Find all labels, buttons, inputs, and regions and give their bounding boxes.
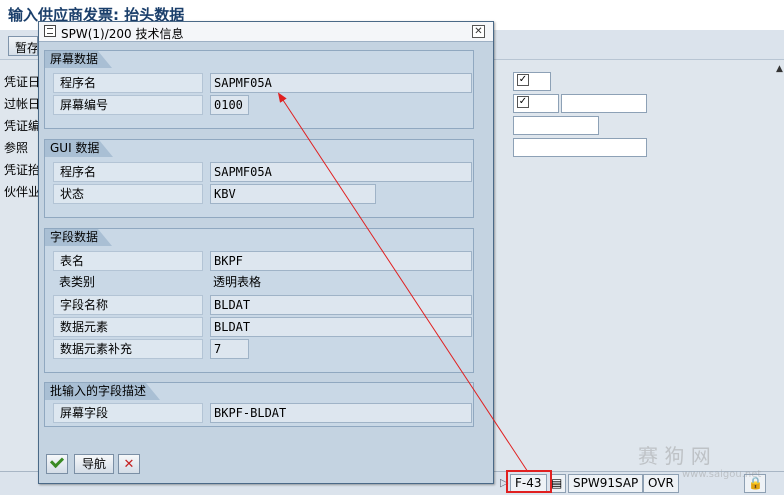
row-label: 数据元素 [53, 317, 203, 337]
row-value[interactable]: KBV [210, 184, 376, 204]
background-input-3[interactable] [513, 138, 647, 157]
row-value[interactable]: SAPMF05A [210, 73, 472, 93]
row-label: 屏幕编号 [53, 95, 203, 115]
row-label: 表名 [53, 251, 203, 271]
row-label: 状态 [53, 184, 203, 204]
field-label-business-area: 伙伴业务范围 [4, 185, 38, 199]
row-value[interactable]: BLDAT [210, 295, 472, 315]
field-label-header-text: 凭证抬头文本 [4, 163, 38, 177]
row-value[interactable]: 0100 [210, 95, 249, 115]
scroll-up-icon[interactable]: ▲ [776, 64, 783, 74]
row-label: 表类别 [59, 275, 96, 289]
field-label-reference: 参照 [4, 141, 29, 155]
cancel-icon: ✕ [123, 457, 135, 472]
close-icon[interactable]: ✕ [472, 25, 485, 38]
calc-tax-checkbox[interactable]: ✓ [513, 72, 551, 91]
group-heading: GUI 数据 [45, 140, 114, 157]
group-heading: 字段数据 [45, 229, 113, 246]
check-icon [49, 453, 65, 469]
row-value[interactable]: SAPMF05A [210, 162, 472, 182]
navigate-button[interactable]: 导航 [74, 454, 114, 474]
watermark: 赛 狗 网 www.saigou.net [638, 440, 761, 480]
row-label: 屏幕字段 [53, 403, 203, 423]
posting-checkbox[interactable]: ✓ [513, 94, 559, 113]
background-field-labels: 凭证日期 过帐日期 凭证编号 参照 凭证抬头文本 伙伴业务范围 [4, 74, 38, 206]
group-screen-data: 屏幕数据 程序名 SAPMF05A 屏幕编号 0100 [44, 50, 474, 129]
row-value[interactable]: BKPF [210, 251, 472, 271]
group-batch-input-field: 批输入的字段描述 屏幕字段 BKPF-BLDAT [44, 382, 474, 427]
watermark-text: 赛 狗 网 [638, 444, 711, 468]
group-heading: 批输入的字段描述 [45, 383, 161, 400]
transaction-highlight-box [506, 470, 552, 493]
row-label: 程序名 [53, 162, 203, 182]
status-system: SPW91SAP [568, 474, 644, 493]
status-list-icon[interactable]: ▤ [550, 474, 566, 493]
row-value: 透明表格 [213, 275, 262, 289]
group-gui-data: GUI 数据 程序名 SAPMF05A 状态 KBV [44, 139, 474, 218]
field-label-doc-number: 凭证编号 [4, 119, 38, 133]
row-label: 程序名 [53, 73, 203, 93]
row-value[interactable]: BLDAT [210, 317, 472, 337]
dialog-title: SPW(1)/200 技术信息 [61, 27, 184, 41]
check-icon: ✓ [517, 96, 529, 108]
field-label-posting-date: 过帐日期 [4, 97, 38, 111]
row-label: 数据元素补充 [53, 339, 203, 359]
background-input-1[interactable] [561, 94, 647, 113]
group-field-data: 字段数据 表名 BKPF 表类别 透明表格 字段名称 BLDAT 数据元素 BL… [44, 228, 474, 373]
window-icon [44, 25, 56, 37]
technical-info-dialog: SPW(1)/200 技术信息 ✕ 屏幕数据 程序名 SAPMF05A 屏幕编号… [38, 21, 494, 484]
field-label-doc-date: 凭证日期 [4, 75, 38, 89]
confirm-button[interactable] [46, 453, 68, 474]
park-button[interactable]: 暂存 [8, 36, 38, 56]
cancel-button[interactable]: ✕ [118, 454, 140, 474]
group-heading: 屏幕数据 [45, 51, 113, 68]
row-value[interactable]: BKPF-BLDAT [210, 403, 472, 423]
row-label: 字段名称 [53, 295, 203, 315]
check-icon: ✓ [517, 74, 529, 86]
background-input-2[interactable] [513, 116, 599, 135]
watermark-url: www.saigou.net [682, 469, 762, 480]
dialog-title-bar: SPW(1)/200 技术信息 ✕ [39, 22, 493, 42]
row-value[interactable]: 7 [210, 339, 249, 359]
